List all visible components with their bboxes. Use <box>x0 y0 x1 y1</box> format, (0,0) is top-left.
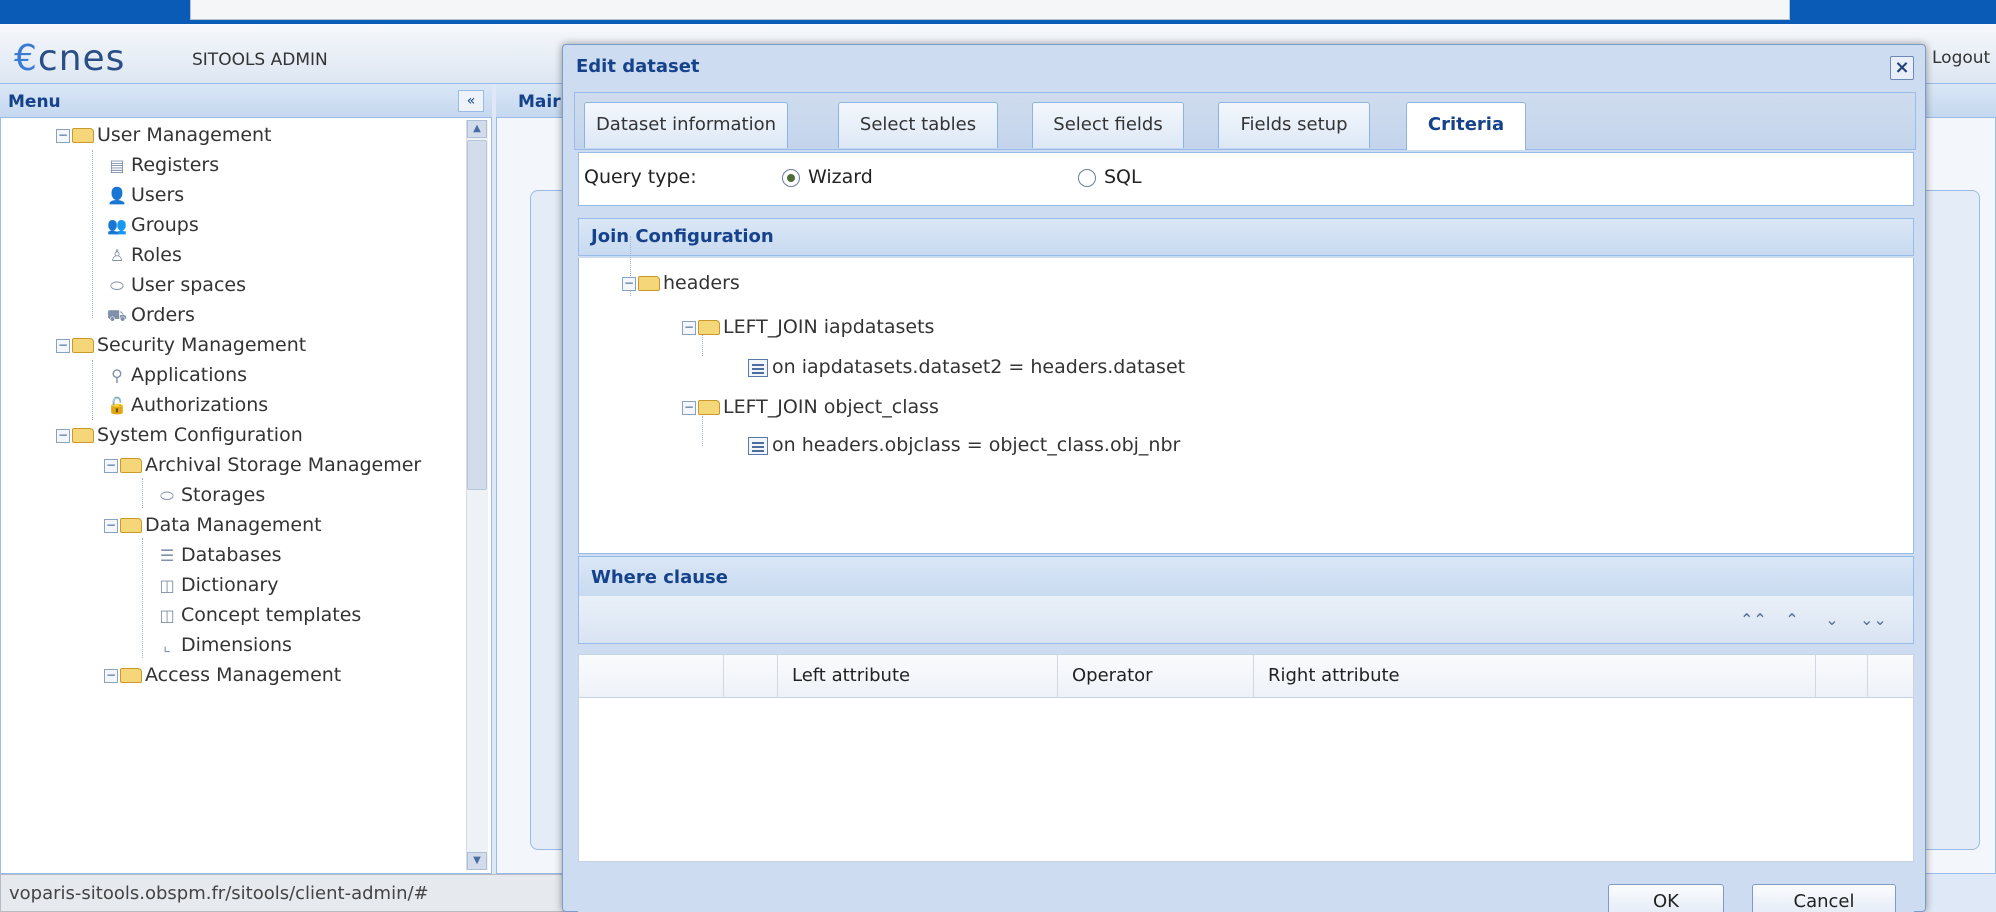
collapse-node-icon[interactable]: − <box>56 128 70 143</box>
tree-item-storages[interactable]: ⬭ Storages <box>156 480 265 510</box>
tree-item-authorizations[interactable]: 🔓 Authorizations <box>106 390 268 420</box>
where-clause-header: Where clause <box>578 556 1914 598</box>
tree-system-configuration[interactable]: − System Configuration <box>56 420 303 450</box>
tree-item-users[interactable]: 👤 Users <box>106 180 184 210</box>
folder-icon <box>120 458 142 473</box>
tree-item-groups[interactable]: 👥 Groups <box>106 210 199 240</box>
folder-icon <box>638 276 660 291</box>
applications-icon: ⚲ <box>111 365 123 385</box>
query-type-row <box>578 152 1914 206</box>
dictionary-icon: ◫ <box>159 575 175 595</box>
close-icon[interactable]: × <box>1890 56 1914 80</box>
grid-col-right-attribute[interactable]: Right attribute <box>1254 654 1816 698</box>
tree-item-orders[interactable]: ⛟ Orders <box>106 300 195 330</box>
tree-item-dictionary[interactable]: ◫ Dictionary <box>156 570 278 600</box>
user-icon: 👤 <box>107 185 127 205</box>
join-condition-object-class[interactable]: on headers.objclass = object_class.obj_n… <box>748 430 1180 460</box>
menu-header <box>0 84 492 118</box>
cart-icon: ⛟ <box>106 305 128 325</box>
role-icon: ♙ <box>109 245 125 265</box>
tree-item-databases[interactable]: ☰ Databases <box>156 540 282 570</box>
tab-fields-setup[interactable]: Fields setup <box>1218 102 1370 148</box>
query-type-label: Query type: <box>584 166 697 188</box>
tree-data-management[interactable]: − Data Management <box>104 510 322 540</box>
database-icon: ☰ <box>159 545 175 565</box>
where-grid-body <box>578 698 1914 862</box>
tree-item-dimensions[interactable]: ⌞ Dimensions <box>156 630 292 660</box>
browser-status-url: voparis-sitools.obspm.fr/sitools/client-… <box>0 874 580 912</box>
move-top-icon[interactable]: ⌃⌃ <box>1740 608 1767 632</box>
tree-item-user-spaces[interactable]: ⬭ User spaces <box>106 270 246 300</box>
scroll-up-icon[interactable]: ▲ <box>467 120 487 138</box>
collapse-node-icon[interactable]: − <box>56 338 70 353</box>
folder-icon <box>698 320 720 335</box>
join-node-iapdatasets[interactable]: − LEFT_JOIN iapdatasets <box>682 312 934 342</box>
registers-icon: ▤ <box>109 155 125 175</box>
dialog-title: Edit dataset <box>576 56 700 77</box>
folder-icon <box>698 400 720 415</box>
move-down-icon[interactable]: ⌄ <box>1820 608 1844 632</box>
main-title: Mair <box>518 92 561 112</box>
join-condition-iapdatasets[interactable]: on iapdatasets.dataset2 = headers.datase… <box>748 352 1185 382</box>
folder-icon <box>72 338 94 353</box>
tree-item-applications[interactable]: ⚲ Applications <box>106 360 247 390</box>
collapse-node-icon[interactable]: − <box>56 428 70 443</box>
dimensions-icon: ⌞ <box>163 635 171 655</box>
menu-scrollbar-thumb[interactable] <box>467 140 487 490</box>
tree-archival-storage[interactable]: − Archival Storage Managemer <box>104 450 421 480</box>
radio-selected-icon[interactable] <box>782 168 800 187</box>
radio-unselected-icon[interactable] <box>1078 168 1096 187</box>
move-bottom-icon[interactable]: ⌄⌄ <box>1860 608 1887 632</box>
move-up-icon[interactable]: ⌃ <box>1780 608 1804 632</box>
radio-sql[interactable]: SQL <box>1078 166 1142 188</box>
tab-select-fields[interactable]: Select fields <box>1032 102 1184 148</box>
lock-icon: 🔓 <box>107 395 127 415</box>
cancel-button[interactable]: Cancel <box>1752 884 1896 912</box>
grid-col-operator[interactable]: Operator <box>1058 654 1254 698</box>
join-node-object-class[interactable]: − LEFT_JOIN object_class <box>682 392 939 422</box>
folder-icon <box>72 428 94 443</box>
storage-icon: ⬭ <box>160 485 174 505</box>
tree-security-management[interactable]: − Security Management <box>56 330 306 360</box>
condition-icon <box>748 358 768 377</box>
grid-col-blank-3 <box>1816 654 1868 698</box>
tree-user-management[interactable]: − User Management <box>56 120 272 150</box>
collapse-node-icon[interactable]: − <box>622 276 636 291</box>
tab-criteria[interactable]: Criteria <box>1406 102 1526 150</box>
condition-icon <box>748 436 768 455</box>
collapse-node-icon[interactable]: − <box>682 320 696 335</box>
collapse-node-icon[interactable]: − <box>104 668 118 683</box>
tab-select-tables[interactable]: Select tables <box>838 102 998 148</box>
tree-item-roles[interactable]: ♙ Roles <box>106 240 182 270</box>
scroll-down-icon[interactable]: ▼ <box>467 852 487 870</box>
folder-icon <box>72 128 94 143</box>
folder-icon <box>120 668 142 683</box>
tab-dataset-information[interactable]: Dataset information <box>584 102 788 148</box>
grid-col-blank-2 <box>724 654 778 698</box>
logout-link[interactable]: Logout <box>1932 48 1990 68</box>
collapse-node-icon[interactable]: − <box>104 458 118 473</box>
collapse-menu-button[interactable]: « <box>458 90 484 112</box>
disk-icon: ⬭ <box>110 275 124 295</box>
menu-title: Menu <box>8 92 61 112</box>
ok-button[interactable]: OK <box>1608 884 1724 912</box>
folder-icon <box>120 518 142 533</box>
tree-access-management[interactable]: − Access Management <box>104 660 341 690</box>
grid-col-left-attribute[interactable]: Left attribute <box>778 654 1058 698</box>
collapse-node-icon[interactable]: − <box>104 518 118 533</box>
tree-item-concept-templates[interactable]: ◫ Concept templates <box>156 600 361 630</box>
cnes-logo: €cnes <box>14 38 126 79</box>
join-configuration-header: Join Configuration <box>578 218 1914 256</box>
app-title: SITOOLS ADMIN <box>192 50 328 70</box>
grid-col-blank-1 <box>578 654 724 698</box>
radio-wizard[interactable]: Wizard <box>782 166 873 188</box>
template-icon: ◫ <box>159 605 175 625</box>
join-root-node[interactable]: − headers <box>622 268 740 298</box>
collapse-node-icon[interactable]: − <box>682 400 696 415</box>
tree-item-registers[interactable]: ▤ Registers <box>106 150 219 180</box>
browser-address-strip <box>190 0 1790 20</box>
group-icon: 👥 <box>107 215 127 235</box>
where-toolbar <box>578 596 1914 644</box>
